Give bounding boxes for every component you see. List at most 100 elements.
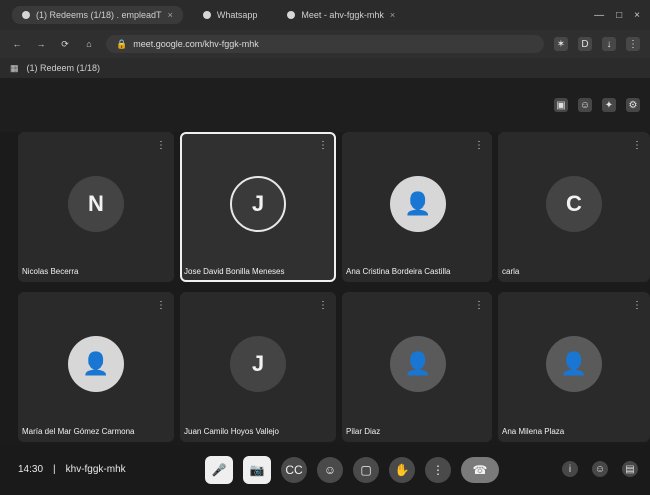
participant-tile[interactable]: ⋮ 👤 Ana Cristina Bordeira Castilla: [342, 132, 492, 282]
captions-icon: CC: [285, 463, 303, 477]
whatsapp-icon: [202, 11, 211, 19]
address-bar: ← → ⟳ ⌂ 🔒 meet.google.com/khv-fggk-mhk ✶…: [0, 30, 650, 58]
person-icon: 👤: [560, 351, 588, 376]
avatar-photo: 👤: [390, 176, 446, 232]
tab-label: Meet - ahv-fggk-mhk: [301, 10, 384, 20]
more-options-button[interactable]: ⋮: [425, 457, 451, 483]
raise-hand-button[interactable]: ✋: [389, 457, 415, 483]
people-icon[interactable]: ☺: [592, 461, 608, 477]
present-button[interactable]: ▢: [353, 457, 379, 483]
maximize-icon[interactable]: □: [616, 10, 622, 21]
chat-icon[interactable]: ▤: [622, 461, 638, 477]
activities-icon[interactable]: ✦: [602, 98, 616, 112]
participant-name: María del Mar Gómez Carmona: [22, 427, 135, 436]
close-tab-icon[interactable]: ×: [390, 10, 395, 20]
participant-tile[interactable]: ⋮ C carla: [498, 132, 650, 282]
meet-top-bar: ▣ ☺ ✦ ⚙: [0, 78, 650, 132]
call-controls: 🎤 📷 CC ☺ ▢ ✋ ⋮ ☎: [205, 456, 499, 484]
person-icon: 👤: [404, 351, 432, 376]
person-icon: 👤: [82, 351, 110, 376]
forward-icon[interactable]: →: [34, 37, 48, 51]
avatar-photo: 👤: [390, 336, 446, 392]
more-options-icon[interactable]: ⋮: [156, 140, 166, 151]
participant-name: Nicolas Becerra: [22, 267, 79, 276]
separator: |: [53, 464, 56, 475]
meeting-info: 14:30 | khv-fggk-mhk: [18, 464, 126, 475]
meeting-code: khv-fggk-mhk: [65, 464, 126, 475]
participant-name: Ana Milena Plaza: [502, 427, 565, 436]
raise-hand-icon: ✋: [394, 463, 410, 477]
lock-icon: 🔒: [116, 38, 128, 49]
participants-grid: ⋮ N Nicolas Becerra ⋮ J Jose David Bonil…: [18, 132, 650, 444]
spreadsheet-icon: [22, 11, 30, 19]
avatar-photo: 👤: [546, 336, 602, 392]
person-icon: 👤: [404, 191, 432, 216]
participant-name: Juan Camilo Hoyos Vallejo: [184, 427, 280, 436]
leave-call-button[interactable]: ☎: [461, 457, 499, 483]
browser-tab[interactable]: Meet - ahv-fggk-mhk ×: [277, 6, 405, 24]
mic-off-icon: 🎤: [211, 463, 227, 477]
home-icon[interactable]: ⌂: [82, 37, 96, 51]
more-options-icon[interactable]: ⋮: [156, 300, 166, 311]
meet-icon: [287, 11, 296, 19]
browser-tab-bar: (1) Redeems (1/18) . empleadT × Whatsapp…: [0, 0, 650, 30]
close-tab-icon[interactable]: ×: [168, 10, 173, 20]
camera-off-button[interactable]: 📷: [243, 456, 271, 484]
reload-icon[interactable]: ⟳: [58, 37, 72, 51]
browser-tab[interactable]: Whatsapp: [193, 6, 268, 24]
captions-button[interactable]: CC: [281, 457, 307, 483]
meet-top-icons: ▣ ☺ ✦ ⚙: [554, 98, 640, 112]
tab-label: (1) Redeems (1/18) . empleadT: [36, 10, 162, 20]
more-options-icon[interactable]: ⋮: [474, 140, 484, 151]
participant-name: carla: [502, 267, 520, 276]
more-icon: ⋮: [432, 463, 444, 477]
more-options-icon[interactable]: ⋮: [318, 140, 328, 151]
menu-icon[interactable]: ⋮: [626, 37, 640, 51]
window-controls: — □ ×: [594, 10, 650, 21]
participant-tile[interactable]: ⋮ J Juan Camilo Hoyos Vallejo: [180, 292, 336, 442]
avatar: C: [546, 176, 602, 232]
participant-name: Ana Cristina Bordeira Castilla: [346, 267, 451, 276]
tab-label: Whatsapp: [216, 10, 258, 20]
participant-tile[interactable]: ⋮ 👤 Pilar Diaz: [342, 292, 492, 442]
url-field[interactable]: 🔒 meet.google.com/khv-fggk-mhk: [106, 35, 544, 53]
extension-icon[interactable]: ✶: [554, 37, 568, 51]
participant-name: Jose David Bonilla Meneses: [184, 267, 285, 276]
participant-tile-selected[interactable]: ⋮ J Jose David Bonilla Meneses: [180, 132, 336, 282]
layout-icon[interactable]: ▣: [554, 98, 568, 112]
browser-tab[interactable]: (1) Redeems (1/18) . empleadT ×: [12, 6, 183, 24]
info-icon[interactable]: i: [562, 461, 578, 477]
more-options-icon[interactable]: ⋮: [318, 300, 328, 311]
camera-off-icon: 📷: [249, 463, 265, 477]
participant-tile[interactable]: ⋮ 👤 María del Mar Gómez Carmona: [18, 292, 174, 442]
participant-tile[interactable]: ⋮ 👤 Ana Milena Plaza: [498, 292, 650, 442]
more-options-icon[interactable]: ⋮: [632, 140, 642, 151]
emoji-icon: ☺: [323, 463, 337, 477]
mic-off-button[interactable]: 🎤: [205, 456, 233, 484]
bottom-right-icons: i ☺ ▤: [562, 461, 638, 477]
avatar-photo: 👤: [68, 336, 124, 392]
bookmarks-bar: ▦ (1) Redeem (1/18): [0, 58, 650, 78]
avatar: J: [230, 176, 286, 232]
address-right-icons: ✶ D ↓ ⋮: [554, 37, 640, 51]
back-icon[interactable]: ←: [10, 37, 24, 51]
present-icon: ▢: [360, 463, 372, 477]
avatar: N: [68, 176, 124, 232]
bookmark-item[interactable]: (1) Redeem (1/18): [27, 63, 101, 73]
minimize-icon[interactable]: —: [594, 10, 604, 21]
participant-tile[interactable]: ⋮ N Nicolas Becerra: [18, 132, 174, 282]
apps-icon[interactable]: ▦: [10, 63, 19, 74]
download-icon[interactable]: ↓: [602, 37, 616, 51]
url-text: meet.google.com/khv-fggk-mhk: [133, 39, 259, 49]
avatar: J: [230, 336, 286, 392]
people-icon[interactable]: ☺: [578, 98, 592, 112]
settings-icon[interactable]: ⚙: [626, 98, 640, 112]
participant-name: Pilar Diaz: [346, 427, 381, 436]
more-options-icon[interactable]: ⋮: [474, 300, 484, 311]
hang-up-icon: ☎: [472, 463, 488, 477]
profile-icon[interactable]: D: [578, 37, 592, 51]
close-icon[interactable]: ×: [634, 10, 640, 21]
more-options-icon[interactable]: ⋮: [632, 300, 642, 311]
current-time: 14:30: [18, 464, 44, 475]
emoji-button[interactable]: ☺: [317, 457, 343, 483]
